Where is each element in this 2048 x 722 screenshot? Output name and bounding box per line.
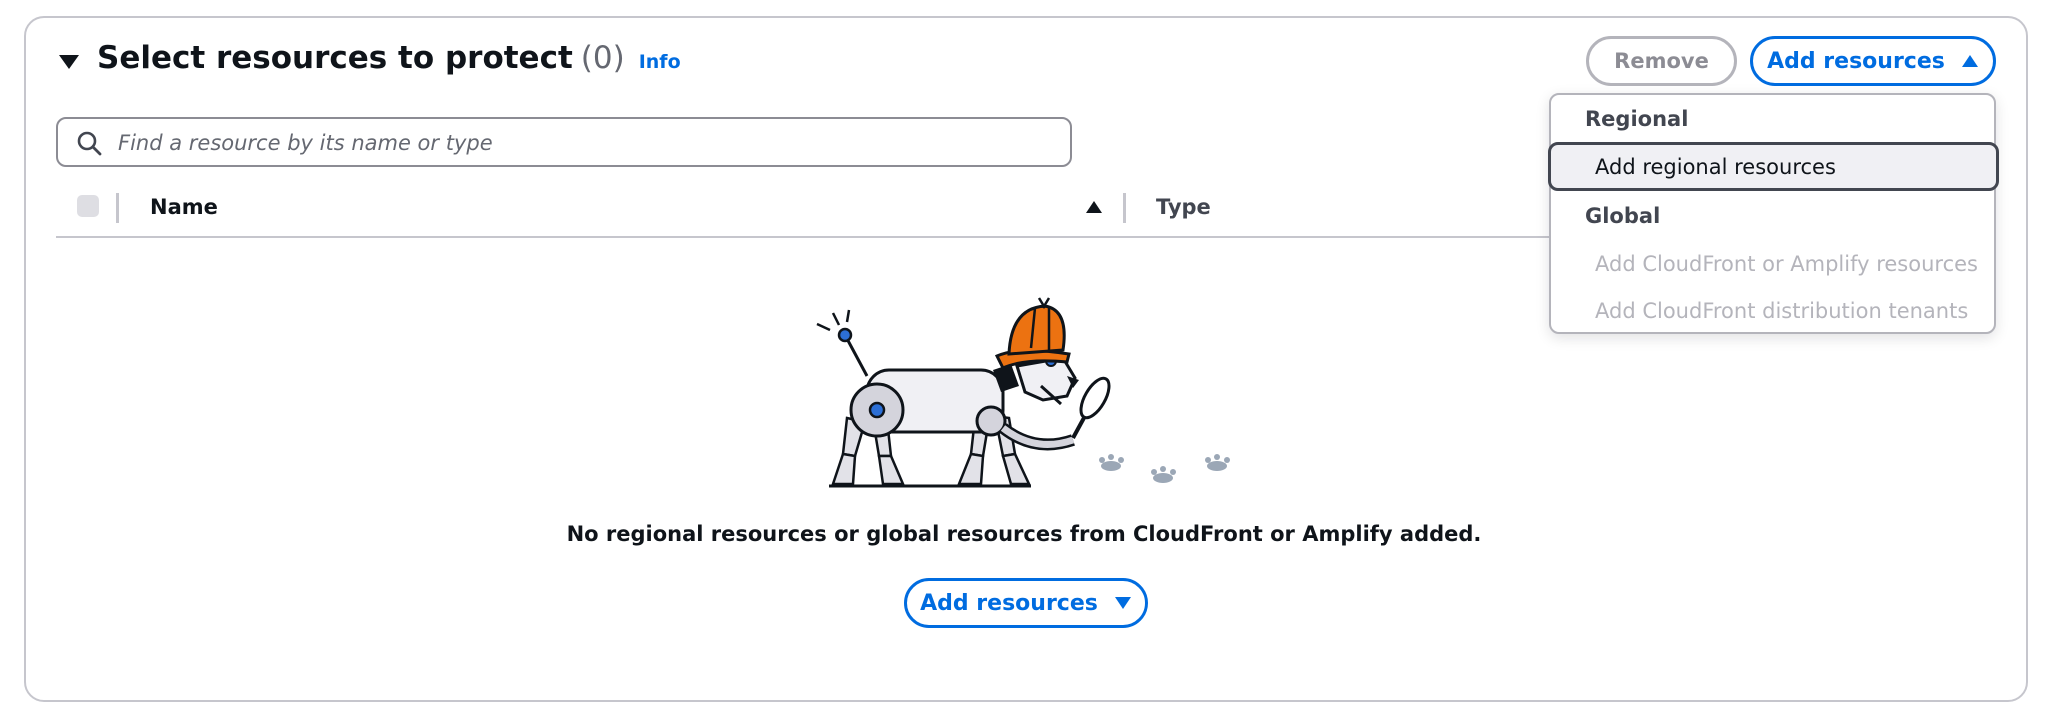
panel-header: Select resources to protect (0) Info: [97, 40, 681, 84]
resource-count: (0): [580, 40, 625, 76]
info-link[interactable]: Info: [639, 51, 681, 73]
search-input[interactable]: [116, 125, 1020, 161]
empty-state-message: No regional resources or global resource…: [566, 522, 1482, 546]
page-title: Select resources to protect: [97, 40, 573, 76]
select-all-checkbox[interactable]: [77, 195, 99, 217]
table-header-divider: [56, 236, 1556, 238]
add-resources-button[interactable]: Add resources: [904, 578, 1148, 628]
column-header-type[interactable]: Type: [1156, 195, 1211, 219]
search-icon: [77, 131, 102, 156]
menu-group-regional: Regional: [1585, 107, 1689, 131]
column-divider: [1123, 193, 1126, 223]
menu-item-label: Add regional resources: [1595, 155, 1836, 179]
menu-item-add-distribution-tenants: Add CloudFront distribution tenants: [1595, 299, 1969, 323]
add-resources-label: Add resources: [1767, 48, 1945, 74]
caret-up-icon: [1961, 55, 1978, 67]
add-resources-label: Add resources: [920, 590, 1098, 616]
column-divider: [116, 193, 119, 223]
sort-ascending-icon[interactable]: [1085, 199, 1103, 215]
menu-item-add-cloudfront-amplify: Add CloudFront or Amplify resources: [1595, 252, 1978, 276]
robot-dog-detective-icon: [816, 297, 1230, 488]
caret-down-icon: [1114, 597, 1131, 609]
add-resources-dropdown-button[interactable]: Add resources: [1750, 36, 1996, 86]
caret-down-icon[interactable]: [57, 52, 81, 72]
menu-group-global: Global: [1585, 204, 1661, 228]
remove-button[interactable]: Remove: [1586, 36, 1737, 86]
search-field[interactable]: [56, 117, 1072, 167]
remove-button-label: Remove: [1614, 49, 1709, 73]
add-resources-menu: Regional Add regional resources Global A…: [1548, 93, 1999, 334]
menu-item-add-regional-resources[interactable]: Add regional resources: [1548, 142, 1999, 191]
column-header-name[interactable]: Name: [150, 195, 218, 219]
